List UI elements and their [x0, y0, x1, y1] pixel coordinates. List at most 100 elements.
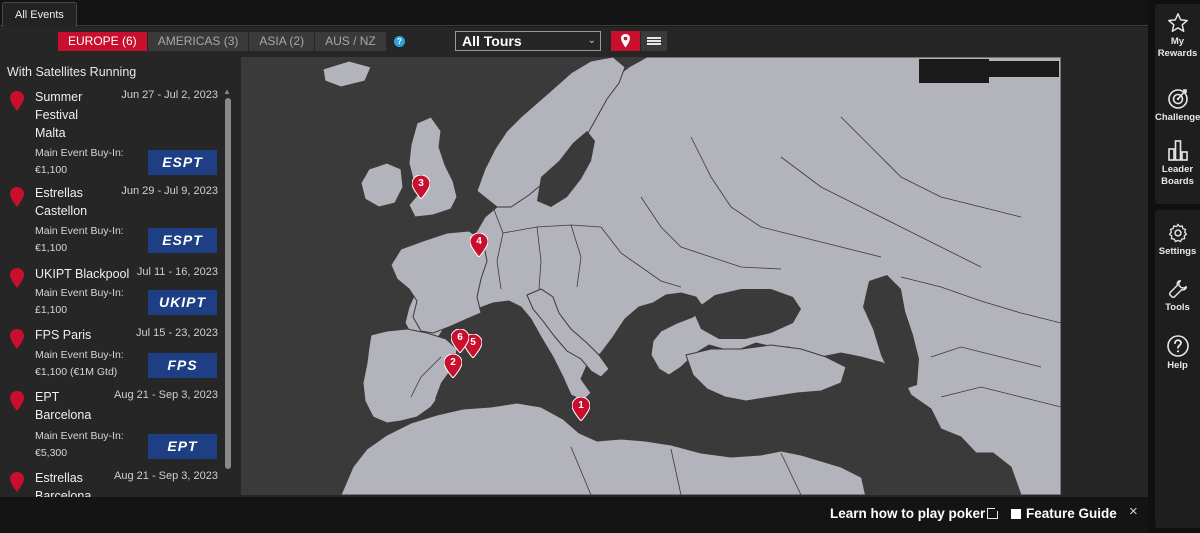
buyin-label: Main Event Buy-In: [35, 349, 124, 361]
learn-poker-link[interactable]: Learn how to play poker [830, 506, 985, 521]
sidebar-item-leader-boards[interactable]: Leader Boards [1155, 138, 1200, 188]
star-icon [1167, 13, 1188, 32]
sidebar-label: Rewards [1157, 48, 1198, 59]
list-view-button[interactable] [641, 31, 667, 51]
map-pin-label: 1 [578, 400, 584, 411]
zoom-out-button[interactable] [919, 59, 989, 83]
event-dates: Jul 11 - 16, 2023 [136, 266, 218, 278]
map-pin-icon [621, 34, 630, 48]
region-tab-europe[interactable]: EUROPE (6) [58, 32, 147, 51]
buyin-label: Main Event Buy-In: [35, 430, 124, 442]
tour-logo: UKIPT [148, 290, 217, 315]
region-tabs: EUROPE (6) AMERICAS (3) ASIA (2) AUS / N… [58, 32, 387, 51]
sidebar-item-tools[interactable]: Tools [1155, 278, 1200, 314]
map-pin-6[interactable]: 6 [451, 329, 469, 353]
tour-logo: ESPT [148, 228, 217, 253]
help-icon [1166, 335, 1189, 357]
map-pin-label: 4 [476, 236, 482, 247]
map-pin-label: 2 [450, 357, 456, 368]
gear-icon [1168, 223, 1187, 243]
map-pin-2[interactable]: 2 [444, 354, 462, 378]
sidebar-label: Boards [1161, 176, 1194, 187]
external-link-icon[interactable] [987, 506, 1000, 519]
tour-logo: ESPT [148, 150, 217, 175]
event-pin-icon [10, 268, 24, 288]
event-pin-icon [10, 472, 24, 492]
buyin-value: €5,300 [35, 447, 68, 459]
help-icon[interactable]: ? [394, 36, 405, 47]
event-item[interactable]: Summer Festival Malta Jun 27 - Jul 2, 20… [0, 88, 222, 178]
sidebar-item-my-rewards[interactable]: My Rewards [1155, 12, 1200, 60]
buyin-label: Main Event Buy-In: [35, 147, 124, 159]
europe-map[interactable]: 1 2 3 4 5 6 [241, 57, 1061, 495]
tab-all-events[interactable]: All Events [2, 2, 77, 27]
buyin-value: €1,100 [35, 242, 68, 254]
sidebar-label: Tools [1165, 302, 1190, 313]
map-pin-3[interactable]: 3 [412, 175, 430, 199]
leaderboard-icon [1167, 140, 1188, 161]
zoom-in-button[interactable] [989, 61, 1059, 77]
event-name: UKIPT Blackpool [35, 267, 130, 281]
tour-logo: FPS [148, 353, 217, 378]
wrench-icon [1168, 280, 1187, 299]
map-view-button[interactable] [611, 31, 640, 51]
region-tab-aus-nz[interactable]: AUS / NZ [315, 32, 386, 51]
map-pin-1[interactable]: 1 [572, 397, 590, 421]
chevron-down-icon: ⌄ [587, 35, 596, 46]
tab-strip: All Events [0, 0, 1148, 27]
sidebar-item-challenge[interactable]: Challenge [1155, 86, 1200, 124]
sidebar-group-rewards: My Rewards Challenge Leader Boards [1155, 4, 1200, 204]
feature-guide-icon[interactable] [1011, 509, 1021, 519]
close-icon[interactable]: × [1129, 503, 1138, 520]
event-name: EPT Barcelona [35, 390, 92, 422]
tour-logo: EPT [148, 434, 217, 459]
feature-guide-link[interactable]: Feature Guide [1026, 506, 1117, 521]
sidebar-label: Challenge [1155, 112, 1200, 123]
buyin-label: Main Event Buy-In: [35, 225, 124, 237]
event-item[interactable]: EPT Barcelona Aug 21 - Sep 3, 2023 Main … [0, 388, 222, 462]
main-area: EUROPE (6) AMERICAS (3) ASIA (2) AUS / N… [0, 27, 1148, 497]
tours-dropdown-value: All Tours [462, 33, 522, 49]
buyin-value: €1,100 [35, 164, 68, 176]
event-name: Estrellas Castellon [35, 186, 88, 218]
buyin-value: €1,100 (€1M Gtd) [35, 366, 118, 378]
sidebar-item-help[interactable]: Help [1155, 334, 1200, 372]
event-item[interactable]: UKIPT Blackpool Jul 11 - 16, 2023 Main E… [0, 265, 222, 323]
event-dates: Jun 29 - Jul 9, 2023 [121, 185, 218, 197]
map-pin-4[interactable]: 4 [470, 233, 488, 257]
event-item[interactable]: Estrellas Castellon Jun 29 - Jul 9, 2023… [0, 184, 222, 256]
sidebar-group-tools: Settings Tools Help [1155, 210, 1200, 528]
scrollbar-thumb[interactable] [225, 98, 231, 469]
region-tab-americas[interactable]: AMERICAS (3) [147, 32, 249, 51]
event-pin-icon [10, 91, 24, 111]
map-pin-label: 6 [457, 332, 463, 343]
event-item[interactable]: Estrellas Barcelona Aug 21 - Sep 3, 2023 [0, 469, 222, 497]
event-name: Estrellas Barcelona [35, 471, 92, 497]
event-dates: Jul 15 - 23, 2023 [136, 327, 218, 339]
events-heading: With Satellites Running [7, 65, 137, 79]
event-name: FPS Paris [35, 328, 92, 342]
right-sidebar: My Rewards Challenge Leader Boards Setti… [1148, 0, 1200, 533]
event-name: Summer Festival Malta [35, 90, 83, 140]
region-tab-asia[interactable]: ASIA (2) [249, 32, 315, 51]
map-pin-label: 3 [418, 178, 424, 189]
event-dates: Aug 21 - Sep 3, 2023 [114, 470, 218, 482]
event-pin-icon [10, 329, 24, 349]
sidebar-item-settings[interactable]: Settings [1155, 222, 1200, 258]
list-icon [647, 37, 661, 45]
map-land [241, 57, 1061, 495]
buyin-label: Main Event Buy-In: [35, 287, 124, 299]
event-dates: Jun 27 - Jul 2, 2023 [121, 89, 218, 101]
bottom-bar: Learn how to play poker Feature Guide × [0, 497, 1148, 533]
sidebar-label: Help [1167, 360, 1188, 371]
event-pin-icon [10, 187, 24, 207]
map-zoom-controls[interactable] [919, 59, 1059, 83]
event-dates: Aug 21 - Sep 3, 2023 [114, 389, 218, 401]
target-icon [1167, 89, 1188, 109]
tours-dropdown[interactable]: All Tours ⌄ [455, 31, 601, 51]
sidebar-label: Settings [1158, 246, 1197, 257]
events-panel: With Satellites Running Summer Festival … [0, 57, 236, 497]
event-item[interactable]: FPS Paris Jul 15 - 23, 2023 Main Event B… [0, 326, 222, 384]
event-pin-icon [10, 391, 24, 411]
buyin-value: £1,100 [35, 304, 68, 316]
